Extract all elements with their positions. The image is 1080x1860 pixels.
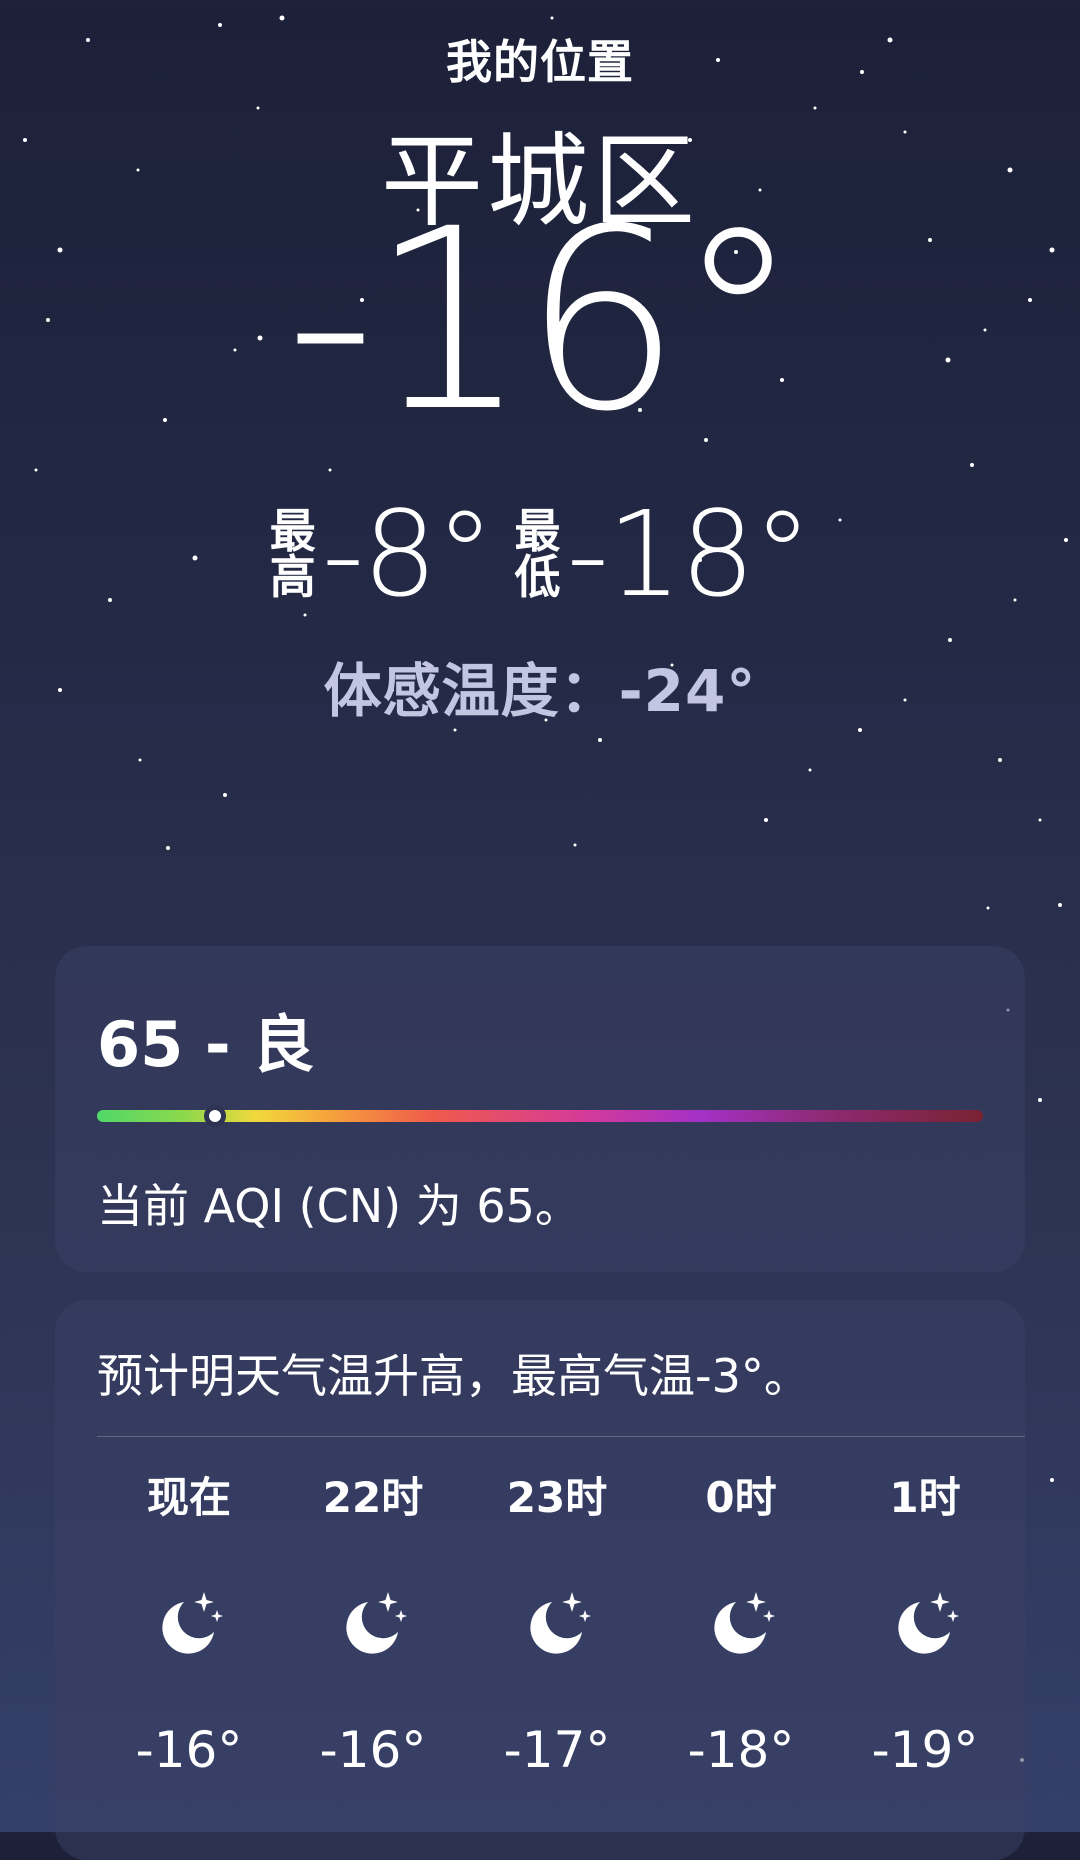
hour-item: 1时 -19°: [833, 1470, 1017, 1778]
moon-stars-icon: [714, 1592, 775, 1654]
aqi-scale-bar: [97, 1105, 983, 1127]
high-low-row: 最 高 -8° 最 低 -18°: [0, 495, 1080, 613]
high-label: 最 高: [270, 508, 316, 600]
high-label-top: 最: [269, 504, 316, 558]
hour-item: 0时 -18°: [649, 1470, 833, 1778]
hour-temperature: -17°: [503, 1721, 611, 1779]
low-label: 最 低: [514, 508, 560, 600]
low-temperature-group: 最 低 -18°: [514, 485, 812, 623]
air-quality-card[interactable]: 65 - 良 当前 AQI (CN) 为 65。: [55, 946, 1025, 1272]
moon-stars-icon: [346, 1592, 407, 1654]
aqi-description: 当前 AQI (CN) 为 65。: [97, 1179, 581, 1233]
current-temperature: -16°: [285, 175, 800, 466]
feels-like-temperature: 体感温度：-24°: [323, 657, 757, 725]
forecast-divider: [97, 1436, 1025, 1437]
moon-stars-icon: [162, 1592, 223, 1654]
high-temperature-group: 最 高 -8°: [270, 485, 495, 623]
aqi-value: 65 - 良: [97, 1008, 315, 1081]
hour-item: 22时 -16°: [281, 1470, 465, 1778]
high-temperature: -8°: [321, 485, 495, 623]
hour-time: 22时: [322, 1473, 424, 1522]
moon-stars-icon: [898, 1592, 959, 1654]
hour-time: 0时: [705, 1473, 777, 1522]
moon-stars-icon: [530, 1592, 591, 1654]
hour-time: 23时: [506, 1473, 608, 1522]
hour-time: 1时: [889, 1473, 961, 1522]
hour-time: 现在: [146, 1473, 231, 1522]
hour-temperature: -16°: [319, 1721, 427, 1779]
hour-temperature: -19°: [871, 1721, 979, 1779]
hour-item: 现在 -16°: [97, 1470, 281, 1778]
hourly-forecast-card[interactable]: 预计明天气温升高，最高气温-3°。 现在 -16° 22时 -16° 23时 -…: [55, 1300, 1025, 1860]
hour-temperature: -16°: [135, 1721, 243, 1779]
low-temperature: -18°: [566, 485, 812, 623]
low-label-bottom: 低: [514, 550, 561, 604]
hourly-forecast-row[interactable]: 现在 -16° 22时 -16° 23时 -17° 0时 -18° 1时 -19…: [97, 1470, 1017, 1778]
high-label-bottom: 高: [269, 550, 316, 604]
low-label-top: 最: [514, 504, 561, 558]
hour-temperature: -18°: [687, 1721, 795, 1779]
aqi-marker: [203, 1105, 226, 1127]
location-label: 我的位置: [446, 35, 634, 89]
forecast-summary: 预计明天气温升高，最高气温-3°。: [97, 1349, 810, 1403]
hour-item: 23时 -17°: [465, 1470, 649, 1778]
